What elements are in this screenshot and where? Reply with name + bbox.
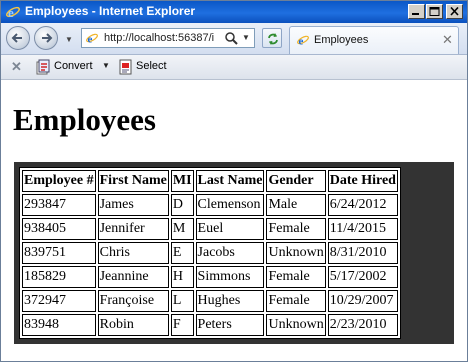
table-cell: 2/23/2010 xyxy=(327,314,398,336)
table-cell: Peters xyxy=(195,314,265,336)
table-cell: Jeannine xyxy=(97,266,169,288)
table-cell: 5/17/2002 xyxy=(327,266,398,288)
search-icon[interactable] xyxy=(224,31,238,50)
ie-logo-icon: e xyxy=(5,4,21,20)
table-cell: James xyxy=(97,194,169,216)
close-tab-icon[interactable]: ✕ xyxy=(442,32,453,48)
table-cell: 293847 xyxy=(22,194,96,216)
table-cell: Chris xyxy=(97,242,169,264)
column-header-first-name: First Name xyxy=(97,170,169,192)
table-row: 293847 James D Clemenson Male 6/24/2012 xyxy=(22,194,398,216)
column-header-mi: MI xyxy=(170,170,194,192)
svg-text:e: e xyxy=(8,5,14,20)
table-cell: Female xyxy=(266,290,326,312)
table-cell: Robin xyxy=(97,314,169,336)
table-cell: F xyxy=(170,314,194,336)
table-cell: Unknown xyxy=(266,314,326,336)
table-cell: 938405 xyxy=(22,218,96,240)
table-row: 185829 Jeannine H Simmons Female 5/17/20… xyxy=(22,266,398,288)
back-button[interactable] xyxy=(6,26,30,50)
tab-label: Employees xyxy=(314,34,369,46)
table-cell: Female xyxy=(266,266,326,288)
forward-button[interactable] xyxy=(34,26,58,50)
table-cell: Hughes xyxy=(195,290,265,312)
table-cell: Françoise xyxy=(97,290,169,312)
minimize-button[interactable] xyxy=(408,4,425,19)
svg-text:e: e xyxy=(299,36,304,48)
page-title: Employees xyxy=(13,102,156,137)
table-cell: Jacobs xyxy=(195,242,265,264)
table-cell: 839751 xyxy=(22,242,96,264)
address-bar[interactable]: e http://localhost:56387/i ▼ xyxy=(81,28,255,48)
table-cell: Jennifer xyxy=(97,218,169,240)
refresh-button[interactable] xyxy=(262,28,282,48)
tab-employees[interactable]: e Employees ✕ xyxy=(289,26,459,54)
stop-icon[interactable]: ✕ xyxy=(11,59,22,75)
ie-page-icon: e xyxy=(85,31,99,50)
column-header-gender: Gender xyxy=(266,170,326,192)
table-header-row: Employee # First Name MI Last Name Gende… xyxy=(22,170,398,192)
back-arrow-icon xyxy=(11,33,22,43)
history-dropdown-icon[interactable]: ▼ xyxy=(65,35,73,44)
table-cell: Simmons xyxy=(195,266,265,288)
page-content: Employees Employee # First Name MI Last … xyxy=(1,80,467,361)
table-cell: Euel xyxy=(195,218,265,240)
pdf-select-icon xyxy=(118,59,134,80)
table-cell: E xyxy=(170,242,194,264)
column-header-last-name: Last Name xyxy=(195,170,265,192)
table-cell: 10/29/2007 xyxy=(327,290,398,312)
convert-button[interactable]: Convert xyxy=(54,60,93,72)
pdf-convert-icon xyxy=(35,59,51,80)
table-cell: H xyxy=(170,266,194,288)
address-dropdown-icon[interactable]: ▼ xyxy=(242,33,250,42)
table-cell: D xyxy=(170,194,194,216)
table-cell: 8/31/2010 xyxy=(327,242,398,264)
table-cell: 372947 xyxy=(22,290,96,312)
command-bar: ✕ Convert ▼ Select xyxy=(1,55,467,80)
table-cell: 185829 xyxy=(22,266,96,288)
table-cell: 6/24/2012 xyxy=(327,194,398,216)
table-row: 83948 Robin F Peters Unknown 2/23/2010 xyxy=(22,314,398,336)
table-cell: L xyxy=(170,290,194,312)
ie-page-icon: e xyxy=(296,33,310,52)
window-title: Employees - Internet Explorer xyxy=(25,4,196,18)
column-header-employee-number: Employee # xyxy=(22,170,96,192)
table-cell: Female xyxy=(266,218,326,240)
address-url[interactable]: http://localhost:56387/i xyxy=(104,32,222,44)
browser-window: e Employees - Internet Explorer ▼ e http… xyxy=(0,0,468,362)
close-button[interactable] xyxy=(446,4,463,19)
table-row: 839751 Chris E Jacobs Unknown 8/31/2010 xyxy=(22,242,398,264)
table-cell: M xyxy=(170,218,194,240)
svg-text:e: e xyxy=(88,34,93,46)
employees-table: Employee # First Name MI Last Name Gende… xyxy=(19,167,401,339)
table-row: 372947 Françoise L Hughes Female 10/29/2… xyxy=(22,290,398,312)
table-cell: Male xyxy=(266,194,326,216)
select-button[interactable]: Select xyxy=(136,60,167,72)
title-bar: e Employees - Internet Explorer xyxy=(1,1,467,23)
table-cell: 83948 xyxy=(22,314,96,336)
table-cell: Clemenson xyxy=(195,194,265,216)
column-header-date-hired: Date Hired xyxy=(327,170,398,192)
table-cell: 11/4/2015 xyxy=(327,218,398,240)
table-row: 938405 Jennifer M Euel Female 11/4/2015 xyxy=(22,218,398,240)
table-cell: Unknown xyxy=(266,242,326,264)
employees-table-frame: Employee # First Name MI Last Name Gende… xyxy=(14,162,454,344)
navigation-bar: ▼ e http://localhost:56387/i ▼ e Employe… xyxy=(1,23,467,55)
convert-dropdown-icon[interactable]: ▼ xyxy=(102,61,110,70)
refresh-icon xyxy=(268,33,278,45)
maximize-button[interactable] xyxy=(426,4,443,19)
forward-arrow-icon xyxy=(42,33,53,43)
